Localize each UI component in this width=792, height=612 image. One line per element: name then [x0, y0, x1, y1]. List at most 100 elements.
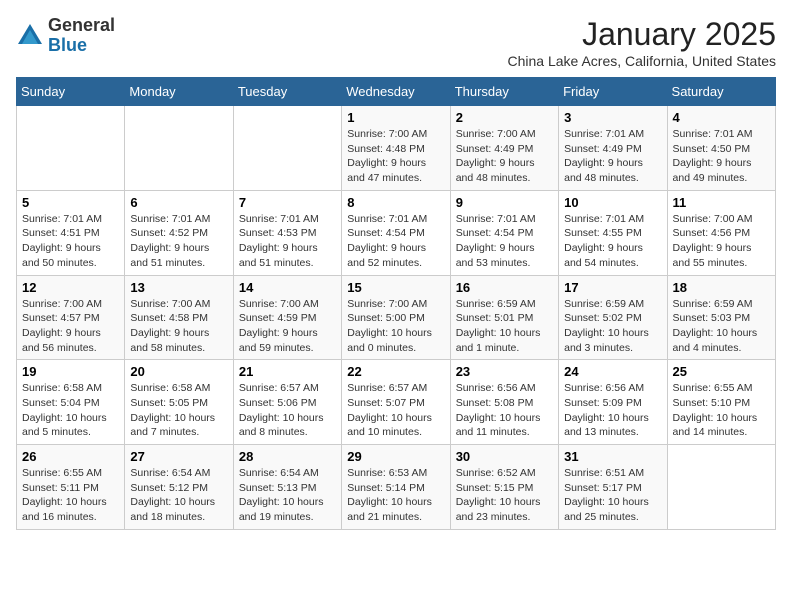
day-number: 24 — [564, 364, 661, 379]
day-number: 28 — [239, 449, 336, 464]
week-row-4: 19Sunrise: 6:58 AM Sunset: 5:04 PM Dayli… — [17, 360, 776, 445]
logo: General Blue — [16, 16, 115, 56]
day-info: Sunrise: 6:57 AM Sunset: 5:07 PM Dayligh… — [347, 381, 444, 440]
calendar-cell: 15 Sunrise: 7:00 AM Sunset: 5:00 PM Dayli… — [342, 275, 450, 360]
calendar-cell: 5Sunrise: 7:01 AM Sunset: 4:51 PM Daylig… — [17, 190, 125, 275]
day-number: 30 — [456, 449, 553, 464]
day-info: Sunrise: 7:01 AM Sunset: 4:54 PM Dayligh… — [456, 212, 553, 271]
day-info: Sunrise: 7:00 AM Sunset: 4:57 PM Dayligh… — [22, 297, 119, 356]
week-row-5: 26 Sunrise: 6:55 AM Sunset: 5:11 PM Dayli… — [17, 445, 776, 530]
calendar-cell: 6Sunrise: 7:01 AM Sunset: 4:52 PM Daylig… — [125, 190, 233, 275]
calendar-cell: 26 Sunrise: 6:55 AM Sunset: 5:11 PM Dayli… — [17, 445, 125, 530]
calendar-cell: 18Sunrise: 6:59 AM Sunset: 5:03 PM Dayli… — [667, 275, 775, 360]
day-info: Sunrise: 7:01 AM Sunset: 4:50 PM Dayligh… — [673, 127, 770, 186]
calendar-cell: 29 Sunrise: 6:53 AM Sunset: 5:14 PM Dayli… — [342, 445, 450, 530]
day-info: Sunrise: 6:59 AM Sunset: 5:02 PM Dayligh… — [564, 297, 661, 356]
day-info: Sunrise: 6:51 AM Sunset: 5:17 PM Dayligh… — [564, 466, 661, 525]
day-number: 31 — [564, 449, 661, 464]
day-number: 13 — [130, 280, 227, 295]
calendar-cell: 17Sunrise: 6:59 AM Sunset: 5:02 PM Dayli… — [559, 275, 667, 360]
calendar-cell — [125, 106, 233, 191]
month-title: January 2025 — [508, 16, 776, 53]
calendar-cell: 10 Sunrise: 7:01 AM Sunset: 4:55 PM Dayli… — [559, 190, 667, 275]
calendar-cell — [17, 106, 125, 191]
day-number: 29 — [347, 449, 444, 464]
day-info: Sunrise: 6:59 AM Sunset: 5:03 PM Dayligh… — [673, 297, 770, 356]
calendar-cell: 11Sunrise: 7:00 AM Sunset: 4:56 PM Dayli… — [667, 190, 775, 275]
title-block: January 2025 China Lake Acres, Californi… — [508, 16, 776, 69]
logo-icon — [16, 22, 44, 50]
calendar-cell: 16 Sunrise: 6:59 AM Sunset: 5:01 PM Dayli… — [450, 275, 558, 360]
day-number: 9 — [456, 195, 553, 210]
day-info: Sunrise: 6:59 AM Sunset: 5:01 PM Dayligh… — [456, 297, 553, 356]
calendar-cell: 9 Sunrise: 7:01 AM Sunset: 4:54 PM Daylig… — [450, 190, 558, 275]
day-info: Sunrise: 7:00 AM Sunset: 4:49 PM Dayligh… — [456, 127, 553, 186]
page-header: General Blue January 2025 China Lake Acr… — [16, 16, 776, 69]
day-info: Sunrise: 6:56 AM Sunset: 5:09 PM Dayligh… — [564, 381, 661, 440]
day-number: 3 — [564, 110, 661, 125]
day-header-monday: Monday — [125, 78, 233, 106]
day-number: 27 — [130, 449, 227, 464]
calendar-cell: 19Sunrise: 6:58 AM Sunset: 5:04 PM Dayli… — [17, 360, 125, 445]
day-number: 2 — [456, 110, 553, 125]
calendar-cell: 3 Sunrise: 7:01 AM Sunset: 4:49 PM Daylig… — [559, 106, 667, 191]
calendar-cell: 4 Sunrise: 7:01 AM Sunset: 4:50 PM Daylig… — [667, 106, 775, 191]
day-info: Sunrise: 7:00 AM Sunset: 5:00 PM Dayligh… — [347, 297, 444, 356]
week-row-1: 1Sunrise: 7:00 AM Sunset: 4:48 PM Daylig… — [17, 106, 776, 191]
calendar-cell: 7Sunrise: 7:01 AM Sunset: 4:53 PM Daylig… — [233, 190, 341, 275]
calendar-cell: 25 Sunrise: 6:55 AM Sunset: 5:10 PM Dayli… — [667, 360, 775, 445]
calendar-cell: 27Sunrise: 6:54 AM Sunset: 5:12 PM Dayli… — [125, 445, 233, 530]
day-number: 20 — [130, 364, 227, 379]
calendar-table: SundayMondayTuesdayWednesdayThursdayFrid… — [16, 77, 776, 530]
day-number: 26 — [22, 449, 119, 464]
day-info: Sunrise: 6:53 AM Sunset: 5:14 PM Dayligh… — [347, 466, 444, 525]
day-number: 10 — [564, 195, 661, 210]
calendar-cell: 20 Sunrise: 6:58 AM Sunset: 5:05 PM Dayli… — [125, 360, 233, 445]
calendar-cell: 8 Sunrise: 7:01 AM Sunset: 4:54 PM Daylig… — [342, 190, 450, 275]
day-number: 19 — [22, 364, 119, 379]
day-info: Sunrise: 7:00 AM Sunset: 4:48 PM Dayligh… — [347, 127, 444, 186]
day-header-saturday: Saturday — [667, 78, 775, 106]
calendar-cell: 23 Sunrise: 6:56 AM Sunset: 5:08 PM Dayli… — [450, 360, 558, 445]
calendar-cell: 12 Sunrise: 7:00 AM Sunset: 4:57 PM Dayli… — [17, 275, 125, 360]
day-info: Sunrise: 6:55 AM Sunset: 5:11 PM Dayligh… — [22, 466, 119, 525]
day-info: Sunrise: 7:01 AM Sunset: 4:49 PM Dayligh… — [564, 127, 661, 186]
calendar-cell: 13Sunrise: 7:00 AM Sunset: 4:58 PM Dayli… — [125, 275, 233, 360]
day-info: Sunrise: 6:54 AM Sunset: 5:13 PM Dayligh… — [239, 466, 336, 525]
day-info: Sunrise: 7:01 AM Sunset: 4:54 PM Dayligh… — [347, 212, 444, 271]
day-number: 12 — [22, 280, 119, 295]
logo-text: General Blue — [48, 16, 115, 56]
day-info: Sunrise: 7:01 AM Sunset: 4:55 PM Dayligh… — [564, 212, 661, 271]
day-number: 8 — [347, 195, 444, 210]
day-number: 22 — [347, 364, 444, 379]
day-header-thursday: Thursday — [450, 78, 558, 106]
calendar-header-row: SundayMondayTuesdayWednesdayThursdayFrid… — [17, 78, 776, 106]
day-number: 21 — [239, 364, 336, 379]
day-number: 25 — [673, 364, 770, 379]
day-header-tuesday: Tuesday — [233, 78, 341, 106]
day-number: 4 — [673, 110, 770, 125]
day-info: Sunrise: 6:52 AM Sunset: 5:15 PM Dayligh… — [456, 466, 553, 525]
day-info: Sunrise: 7:00 AM Sunset: 4:59 PM Dayligh… — [239, 297, 336, 356]
day-info: Sunrise: 6:55 AM Sunset: 5:10 PM Dayligh… — [673, 381, 770, 440]
logo-general: General — [48, 15, 115, 35]
calendar-cell — [667, 445, 775, 530]
calendar-cell: 21 Sunrise: 6:57 AM Sunset: 5:06 PM Dayli… — [233, 360, 341, 445]
logo-blue: Blue — [48, 35, 87, 55]
day-number: 16 — [456, 280, 553, 295]
day-number: 15 — [347, 280, 444, 295]
calendar-cell: 2 Sunrise: 7:00 AM Sunset: 4:49 PM Daylig… — [450, 106, 558, 191]
day-info: Sunrise: 6:56 AM Sunset: 5:08 PM Dayligh… — [456, 381, 553, 440]
calendar-cell: 30 Sunrise: 6:52 AM Sunset: 5:15 PM Dayli… — [450, 445, 558, 530]
calendar-cell: 31 Sunrise: 6:51 AM Sunset: 5:17 PM Dayli… — [559, 445, 667, 530]
day-header-friday: Friday — [559, 78, 667, 106]
location: China Lake Acres, California, United Sta… — [508, 53, 776, 69]
day-number: 5 — [22, 195, 119, 210]
day-number: 23 — [456, 364, 553, 379]
day-info: Sunrise: 6:57 AM Sunset: 5:06 PM Dayligh… — [239, 381, 336, 440]
day-info: Sunrise: 7:01 AM Sunset: 4:52 PM Dayligh… — [130, 212, 227, 271]
day-info: Sunrise: 6:58 AM Sunset: 5:05 PM Dayligh… — [130, 381, 227, 440]
day-info: Sunrise: 7:01 AM Sunset: 4:53 PM Dayligh… — [239, 212, 336, 271]
day-header-sunday: Sunday — [17, 78, 125, 106]
week-row-3: 12 Sunrise: 7:00 AM Sunset: 4:57 PM Dayli… — [17, 275, 776, 360]
